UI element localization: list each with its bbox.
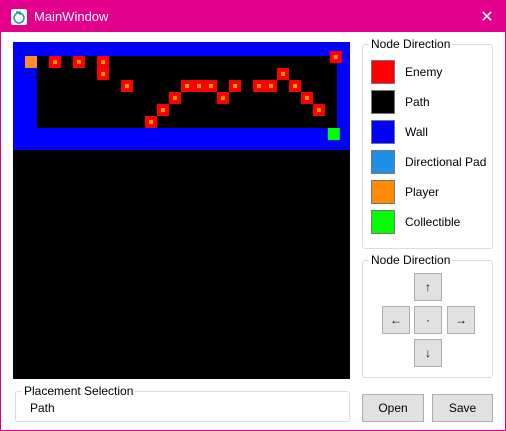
placement-selection-group[interactable]: Placement Selection Path (15, 384, 350, 422)
enemy-swatch (371, 60, 395, 84)
enemy-marker[interactable] (149, 120, 153, 124)
legend-item-player: Player (371, 180, 491, 204)
collectible-cell[interactable] (327, 128, 340, 140)
legend-title: Node Direction (369, 37, 453, 51)
enemy-marker[interactable] (333, 55, 338, 60)
main-window: MainWindow ✕ Node Direction Enemy Path W… (0, 0, 506, 431)
placement-value: Path (30, 401, 55, 415)
legend-label-directional-pad: Directional Pad (405, 155, 487, 169)
level-grid-svg[interactable] (13, 42, 350, 379)
dot-icon: · (426, 313, 430, 327)
direction-title: Node Direction (369, 253, 453, 267)
save-button[interactable]: Save (432, 394, 493, 422)
close-icon: ✕ (480, 8, 494, 26)
direction-left-button[interactable]: ← (382, 306, 410, 334)
legend-item-wall: Wall (371, 120, 491, 144)
enemy-marker[interactable] (185, 84, 189, 88)
direction-center-button[interactable]: · (414, 306, 442, 334)
direction-up-button[interactable]: ↑ (414, 273, 442, 301)
save-button-label: Save (448, 401, 477, 415)
enemy-marker[interactable] (161, 108, 165, 112)
node-legend-group: Node Direction Enemy Path Wall Direction… (362, 37, 493, 249)
wall-swatch (371, 120, 395, 144)
enemy-marker[interactable] (257, 84, 261, 88)
arrow-up-icon: ↑ (425, 280, 431, 294)
enemy-marker[interactable] (101, 72, 105, 76)
open-button[interactable]: Open (362, 394, 424, 422)
arrow-down-icon: ↓ (425, 346, 431, 360)
enemy-marker[interactable] (125, 84, 129, 88)
direction-down-button[interactable]: ↓ (414, 339, 442, 367)
player-cell[interactable] (25, 56, 37, 68)
legend-item-path: Path (371, 90, 491, 114)
collectible-swatch (371, 210, 395, 234)
enemy-marker[interactable] (209, 84, 213, 88)
enemy-marker[interactable] (233, 84, 237, 88)
legend-label-wall: Wall (405, 125, 428, 139)
enemy-marker[interactable] (293, 84, 297, 88)
path-swatch (371, 90, 395, 114)
placement-title: Placement Selection (22, 384, 136, 398)
close-button[interactable]: ✕ (469, 1, 505, 32)
window-title: MainWindow (34, 9, 109, 24)
enemy-marker[interactable] (101, 60, 105, 64)
level-grid[interactable] (13, 42, 350, 379)
legend-item-directional-pad: Directional Pad (371, 150, 491, 174)
enemy-marker[interactable] (53, 60, 57, 64)
directional-pad-swatch (371, 150, 395, 174)
enemy-marker[interactable] (305, 96, 309, 100)
open-button-label: Open (378, 401, 408, 415)
player-swatch (371, 180, 395, 204)
enemy-marker[interactable] (173, 96, 177, 100)
legend-item-enemy: Enemy (371, 60, 491, 84)
enemy-marker[interactable] (221, 96, 225, 100)
enemy-marker[interactable] (317, 108, 321, 112)
direction-right-button[interactable]: → (447, 306, 475, 334)
legend-label-player: Player (405, 185, 440, 199)
legend-label-enemy: Enemy (405, 65, 443, 79)
legend-label-path: Path (405, 95, 430, 109)
arrow-right-icon: → (455, 313, 467, 327)
enemy-marker[interactable] (77, 60, 81, 64)
enemy-marker[interactable] (281, 72, 285, 76)
title-bar[interactable]: MainWindow ✕ (1, 1, 505, 32)
enemy-marker[interactable] (269, 84, 273, 88)
app-icon (11, 9, 27, 25)
node-direction-group: Node Direction ↑ ← · → ↓ (362, 253, 493, 378)
legend-label-collectible: Collectible (405, 215, 461, 229)
enemy-marker[interactable] (197, 84, 201, 88)
arrow-left-icon: ← (390, 313, 402, 327)
legend-item-collectible: Collectible (371, 210, 491, 234)
